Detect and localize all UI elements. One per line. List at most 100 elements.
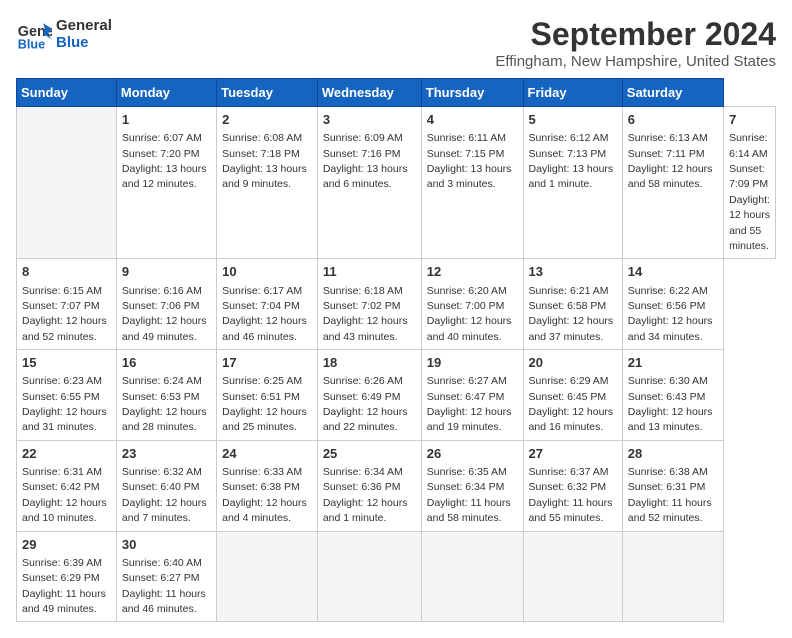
day-cell-7: 7 Sunrise: 6:14 AMSunset: 7:09 PMDaylight… — [724, 107, 776, 259]
day-info: Sunrise: 6:13 AMSunset: 7:11 PMDaylight:… — [628, 132, 713, 190]
week-row-1: 8 Sunrise: 6:15 AMSunset: 7:07 PMDaylight… — [17, 259, 776, 350]
day-info: Sunrise: 6:11 AMSunset: 7:15 PMDaylight:… — [427, 132, 512, 190]
day-info: Sunrise: 6:31 AMSunset: 6:42 PMDaylight:… — [22, 466, 107, 524]
day-number: 18 — [323, 354, 416, 372]
day-number: 26 — [427, 445, 518, 463]
day-info: Sunrise: 6:20 AMSunset: 7:00 PMDaylight:… — [427, 285, 512, 343]
day-cell-18: 18 Sunrise: 6:26 AMSunset: 6:49 PMDayligh… — [317, 350, 421, 441]
day-info: Sunrise: 6:30 AMSunset: 6:43 PMDaylight:… — [628, 375, 713, 433]
day-cell-26: 26 Sunrise: 6:35 AMSunset: 6:34 PMDayligh… — [421, 440, 523, 531]
calendar-header-row: SundayMondayTuesdayWednesdayThursdayFrid… — [17, 79, 776, 107]
day-info: Sunrise: 6:35 AMSunset: 6:34 PMDaylight:… — [427, 466, 511, 524]
day-number: 13 — [529, 263, 617, 281]
day-cell-9: 9 Sunrise: 6:16 AMSunset: 7:06 PMDaylight… — [116, 259, 216, 350]
day-number: 6 — [628, 111, 718, 129]
day-number: 10 — [222, 263, 312, 281]
day-info: Sunrise: 6:07 AMSunset: 7:20 PMDaylight:… — [122, 132, 207, 190]
day-info: Sunrise: 6:18 AMSunset: 7:02 PMDaylight:… — [323, 285, 408, 343]
day-number: 19 — [427, 354, 518, 372]
week-row-2: 15 Sunrise: 6:23 AMSunset: 6:55 PMDayligh… — [17, 350, 776, 441]
day-info: Sunrise: 6:37 AMSunset: 6:32 PMDaylight:… — [529, 466, 613, 524]
header-friday: Friday — [523, 79, 622, 107]
day-number: 2 — [222, 111, 312, 129]
day-number: 17 — [222, 354, 312, 372]
day-info: Sunrise: 6:33 AMSunset: 6:38 PMDaylight:… — [222, 466, 307, 524]
day-cell-16: 16 Sunrise: 6:24 AMSunset: 6:53 PMDayligh… — [116, 350, 216, 441]
header: General Blue General Blue September 2024… — [16, 16, 776, 70]
day-cell-4: 4Sunrise: 6:11 AMSunset: 7:15 PMDaylight… — [421, 107, 523, 259]
day-cell-6: 6 Sunrise: 6:13 AMSunset: 7:11 PMDaylight… — [622, 107, 723, 259]
day-cell-21: 21Sunrise: 6:30 AMSunset: 6:43 PMDayligh… — [622, 350, 723, 441]
day-number: 14 — [628, 263, 718, 281]
day-info: Sunrise: 6:21 AMSunset: 6:58 PMDaylight:… — [529, 285, 614, 343]
day-number: 27 — [529, 445, 617, 463]
day-cell-23: 23Sunrise: 6:32 AMSunset: 6:40 PMDayligh… — [116, 440, 216, 531]
logo: General Blue General Blue — [16, 16, 112, 52]
day-info: Sunrise: 6:22 AMSunset: 6:56 PMDaylight:… — [628, 285, 713, 343]
day-number: 1 — [122, 111, 211, 129]
day-info: Sunrise: 6:32 AMSunset: 6:40 PMDaylight:… — [122, 466, 207, 524]
day-number: 9 — [122, 263, 211, 281]
empty-cell — [421, 531, 523, 622]
header-wednesday: Wednesday — [317, 79, 421, 107]
day-cell-24: 24Sunrise: 6:33 AMSunset: 6:38 PMDayligh… — [217, 440, 318, 531]
day-info: Sunrise: 6:15 AMSunset: 7:07 PMDaylight:… — [22, 285, 107, 343]
day-info: Sunrise: 6:26 AMSunset: 6:49 PMDaylight:… — [323, 375, 408, 433]
day-info: Sunrise: 6:29 AMSunset: 6:45 PMDaylight:… — [529, 375, 614, 433]
day-info: Sunrise: 6:40 AMSunset: 6:27 PMDaylight:… — [122, 557, 206, 615]
day-cell-19: 19Sunrise: 6:27 AMSunset: 6:47 PMDayligh… — [421, 350, 523, 441]
empty-cell — [317, 531, 421, 622]
empty-cell — [523, 531, 622, 622]
logo-text-general: General — [56, 17, 112, 34]
day-cell-14: 14 Sunrise: 6:22 AMSunset: 6:56 PMDayligh… — [622, 259, 723, 350]
title-block: September 2024 Effingham, New Hampshire,… — [495, 16, 776, 70]
week-row-3: 22 Sunrise: 6:31 AMSunset: 6:42 PMDayligh… — [17, 440, 776, 531]
day-number: 22 — [22, 445, 111, 463]
day-number: 3 — [323, 111, 416, 129]
day-number: 15 — [22, 354, 111, 372]
month-year: September 2024 — [495, 16, 776, 53]
day-info: Sunrise: 6:39 AMSunset: 6:29 PMDaylight:… — [22, 557, 106, 615]
day-number: 8 — [22, 263, 111, 281]
day-info: Sunrise: 6:12 AMSunset: 7:13 PMDaylight:… — [529, 132, 614, 190]
day-info: Sunrise: 6:23 AMSunset: 6:55 PMDaylight:… — [22, 375, 107, 433]
day-number: 12 — [427, 263, 518, 281]
day-number: 30 — [122, 536, 211, 554]
header-thursday: Thursday — [421, 79, 523, 107]
day-cell-22: 22 Sunrise: 6:31 AMSunset: 6:42 PMDayligh… — [17, 440, 117, 531]
day-info: Sunrise: 6:08 AMSunset: 7:18 PMDaylight:… — [222, 132, 307, 190]
logo-icon: General Blue — [16, 16, 52, 52]
day-number: 25 — [323, 445, 416, 463]
day-cell-1: 1 Sunrise: 6:07 AMSunset: 7:20 PMDaylight… — [116, 107, 216, 259]
day-cell-12: 12 Sunrise: 6:20 AMSunset: 7:00 PMDayligh… — [421, 259, 523, 350]
day-number: 20 — [529, 354, 617, 372]
day-cell-29: 29 Sunrise: 6:39 AMSunset: 6:29 PMDayligh… — [17, 531, 117, 622]
day-number: 16 — [122, 354, 211, 372]
day-info: Sunrise: 6:38 AMSunset: 6:31 PMDaylight:… — [628, 466, 712, 524]
day-cell-15: 15 Sunrise: 6:23 AMSunset: 6:55 PMDayligh… — [17, 350, 117, 441]
day-cell-2: 2 Sunrise: 6:08 AMSunset: 7:18 PMDaylight… — [217, 107, 318, 259]
day-cell-30: 30 Sunrise: 6:40 AMSunset: 6:27 PMDayligh… — [116, 531, 216, 622]
day-info: Sunrise: 6:25 AMSunset: 6:51 PMDaylight:… — [222, 375, 307, 433]
day-cell-11: 11 Sunrise: 6:18 AMSunset: 7:02 PMDayligh… — [317, 259, 421, 350]
day-info: Sunrise: 6:17 AMSunset: 7:04 PMDaylight:… — [222, 285, 307, 343]
header-saturday: Saturday — [622, 79, 723, 107]
day-cell-28: 28Sunrise: 6:38 AMSunset: 6:31 PMDayligh… — [622, 440, 723, 531]
empty-cell — [17, 107, 117, 259]
day-number: 5 — [529, 111, 617, 129]
day-number: 29 — [22, 536, 111, 554]
day-number: 7 — [729, 111, 770, 129]
day-info: Sunrise: 6:34 AMSunset: 6:36 PMDaylight:… — [323, 466, 408, 524]
empty-cell — [622, 531, 723, 622]
day-cell-20: 20 Sunrise: 6:29 AMSunset: 6:45 PMDayligh… — [523, 350, 622, 441]
empty-cell — [217, 531, 318, 622]
day-cell-8: 8 Sunrise: 6:15 AMSunset: 7:07 PMDaylight… — [17, 259, 117, 350]
day-number: 11 — [323, 263, 416, 281]
day-cell-25: 25 Sunrise: 6:34 AMSunset: 6:36 PMDayligh… — [317, 440, 421, 531]
day-cell-17: 17 Sunrise: 6:25 AMSunset: 6:51 PMDayligh… — [217, 350, 318, 441]
day-info: Sunrise: 6:16 AMSunset: 7:06 PMDaylight:… — [122, 285, 207, 343]
day-info: Sunrise: 6:24 AMSunset: 6:53 PMDaylight:… — [122, 375, 207, 433]
day-info: Sunrise: 6:14 AMSunset: 7:09 PMDaylight:… — [729, 132, 770, 252]
week-row-0: 1 Sunrise: 6:07 AMSunset: 7:20 PMDaylight… — [17, 107, 776, 259]
header-monday: Monday — [116, 79, 216, 107]
